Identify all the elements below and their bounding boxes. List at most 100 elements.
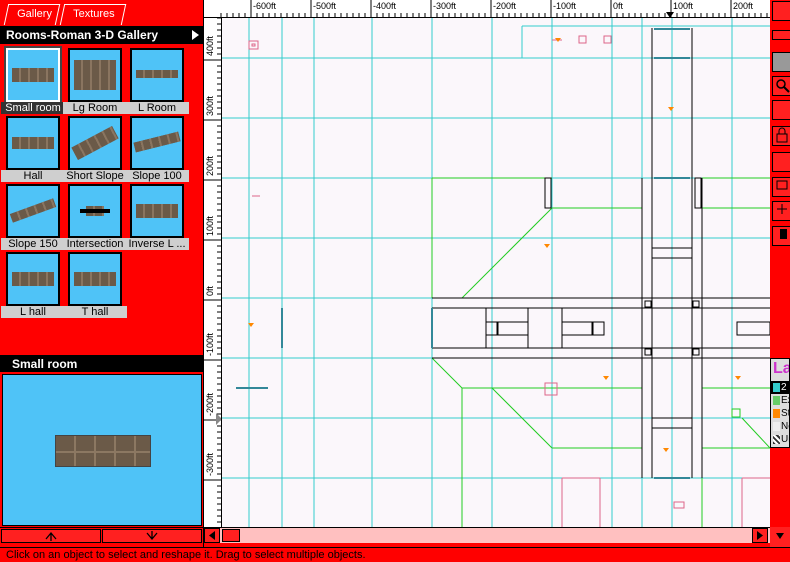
rotate-left-icon	[45, 531, 57, 541]
tab-gallery[interactable]: Gallery	[3, 4, 61, 25]
ruler-label: -500ft	[313, 1, 337, 11]
layer-label: Un	[781, 434, 789, 445]
ruler-label: -100ft	[205, 332, 215, 356]
zoom-button[interactable]	[772, 76, 790, 96]
gallery-item-label: Slope 100	[125, 170, 189, 182]
gallery-title: Rooms-Roman 3-D Gallery	[6, 28, 159, 42]
rotate-right-button[interactable]	[102, 529, 202, 543]
layer-label: St	[781, 408, 790, 419]
gallery-item-label: L Room	[125, 102, 189, 114]
tab-gallery-label: Gallery	[17, 8, 52, 20]
gallery-title-bar[interactable]: Rooms-Roman 3-D Gallery	[0, 26, 203, 44]
rectangle-tool-button[interactable]	[772, 177, 790, 197]
layer-row-structure[interactable]: St	[771, 407, 790, 420]
green-outline-lines	[431, 177, 770, 527]
ruler-horizontal-ticks: -600ft -500ft -400ft -300ft -200ft -100ft 0ft 1…	[220, 0, 768, 17]
layer-color-swatch	[773, 409, 780, 418]
ruler-horizontal[interactable]: -600ft -500ft -400ft -300ft -200ft -100ft 0ft 1…	[204, 0, 770, 18]
grid-lines	[222, 18, 770, 527]
room-thumbnail-icon	[71, 126, 119, 160]
right-toolbar	[770, 0, 790, 547]
gallery-item-intersection[interactable]	[68, 184, 122, 238]
layer-color-swatch	[773, 422, 780, 431]
arrow-right-icon	[757, 531, 763, 540]
hallway-walls	[432, 28, 770, 478]
gallery-bottom-bar	[0, 527, 203, 543]
ruler-label: -600ft	[253, 1, 277, 11]
room-thumbnail-icon	[12, 137, 54, 149]
room-thumbnail-icon	[136, 204, 178, 218]
layer-row-new[interactable]: Ne	[771, 420, 789, 433]
magnifier-icon	[776, 79, 790, 93]
tab-textures-label: Textures	[73, 8, 115, 20]
gallery-item-l-room[interactable]	[130, 48, 184, 102]
drawing-area[interactable]	[222, 18, 770, 527]
status-text: Click on an object to select and reshape…	[6, 549, 366, 561]
layer-color-swatch	[773, 396, 780, 405]
gallery-item-label: Hall	[1, 170, 65, 182]
scroll-right-button[interactable]	[752, 528, 768, 543]
room-thumbnail-icon	[12, 68, 54, 82]
arrow-left-icon	[209, 531, 215, 540]
ruler-label: 200ft	[733, 1, 754, 11]
gallery-item-l-hall[interactable]	[6, 252, 60, 306]
door-tool-button[interactable]	[772, 226, 790, 246]
gallery-item-label: Small room	[1, 102, 65, 114]
status-bar: Click on an object to select and reshape…	[0, 547, 790, 562]
gallery-item-label: Intersection	[63, 238, 127, 250]
ruler-vertical-ticks: 400ft 300ft 200ft 100ft 0ft -100ft -200ft -300f…	[204, 18, 221, 523]
gallery-item-inverse-l[interactable]	[130, 184, 184, 238]
scroll-corner	[770, 527, 790, 547]
gallery-item-label: Short Slope	[63, 170, 127, 182]
gallery-item-lg-room[interactable]	[68, 48, 122, 102]
ruler-label: -100ft	[553, 1, 577, 11]
ruler-label: 0ft	[205, 285, 215, 296]
gallery-item-hall[interactable]	[6, 116, 60, 170]
add-point-button[interactable]	[772, 201, 790, 221]
rotate-left-button[interactable]	[1, 529, 101, 543]
intersection-bar-icon	[80, 209, 110, 213]
room-thumbnail-icon	[136, 70, 178, 78]
door-icon	[780, 229, 787, 239]
gallery-menu-arrow-icon[interactable]	[192, 30, 199, 40]
gallery-item-label: Lg Room	[63, 102, 127, 114]
ruler-label: -200ft	[493, 1, 517, 11]
preview-title-bar: Small room	[0, 355, 203, 372]
toolbar-separator	[772, 52, 790, 72]
rotate-right-icon	[146, 531, 158, 541]
preview-pane	[2, 374, 202, 526]
toolbar-top-button[interactable]	[772, 1, 790, 21]
ruler-label: 100ft	[205, 215, 215, 236]
gallery-item-t-hall[interactable]	[68, 252, 122, 306]
gallery-item-small-room[interactable]	[4, 46, 62, 104]
arrow-down-icon[interactable]	[770, 527, 790, 547]
layer-color-swatch	[773, 435, 780, 444]
ruler-label: -300ft	[433, 1, 457, 11]
gallery-panel: Gallery Textures Rooms-Roman 3-D Gallery…	[0, 0, 204, 547]
layer-row-unassigned[interactable]: Un	[771, 433, 789, 446]
ruler-label: -300ft	[205, 452, 215, 476]
gallery-item-slope-100[interactable]	[130, 116, 184, 170]
gallery-item-short-slope[interactable]	[68, 116, 122, 170]
lock-icon	[776, 127, 788, 143]
horizontal-scrollbar[interactable]	[204, 527, 770, 543]
toolbar-collapse-button[interactable]	[772, 30, 790, 40]
floorplan-canvas[interactable]: -600ft -500ft -400ft -300ft -200ft -100ft 0ft 1…	[204, 0, 770, 527]
rectangle-icon	[776, 180, 788, 190]
room-thumbnail-icon	[74, 272, 116, 286]
ruler-vertical[interactable]: 400ft 300ft 200ft 100ft 0ft -100ft -200ft -300f…	[204, 18, 222, 527]
gallery-item-slope-150[interactable]	[6, 184, 60, 238]
scroll-left-button[interactable]	[204, 528, 220, 543]
hand-tool-button[interactable]	[772, 100, 790, 120]
group-button[interactable]	[772, 152, 790, 172]
layer-row-2[interactable]: 2	[771, 381, 789, 394]
layer-row-existing[interactable]: Ex	[771, 394, 789, 407]
gallery-item-label: Slope 150	[1, 238, 65, 250]
tab-textures[interactable]: Textures	[59, 4, 127, 25]
plus-icon	[777, 204, 787, 214]
gallery-item-label: T hall	[63, 306, 127, 318]
lock-button[interactable]	[772, 126, 790, 146]
ruler-label: 0ft	[613, 1, 624, 11]
layer-color-swatch	[773, 383, 780, 392]
horizontal-scroll-thumb[interactable]	[222, 529, 240, 542]
